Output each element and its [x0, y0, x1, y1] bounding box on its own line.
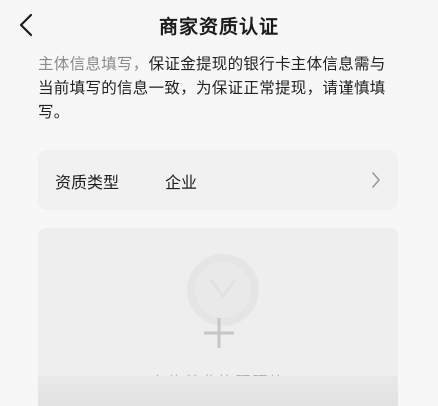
chevron-right-icon: [372, 172, 380, 188]
plus-icon: [204, 318, 234, 348]
qualification-type-label: 资质类型: [55, 173, 120, 192]
upload-bottom-strip: [38, 376, 398, 406]
notice-text: 主体信息填写，保证金提现的银行卡主体信息需与当前填写的信息一致，为保证正常提现，…: [38, 52, 400, 124]
header: 商家资质认证: [0, 0, 438, 50]
qualification-type-selector[interactable]: 资质类型 企业: [38, 150, 398, 210]
page-title: 商家资质认证: [158, 16, 279, 38]
business-license-upload[interactable]: 上传营业执照照片: [38, 228, 398, 406]
notice-lead: 主体信息填写，: [38, 55, 149, 73]
qualification-type-value: 企业: [165, 173, 198, 192]
